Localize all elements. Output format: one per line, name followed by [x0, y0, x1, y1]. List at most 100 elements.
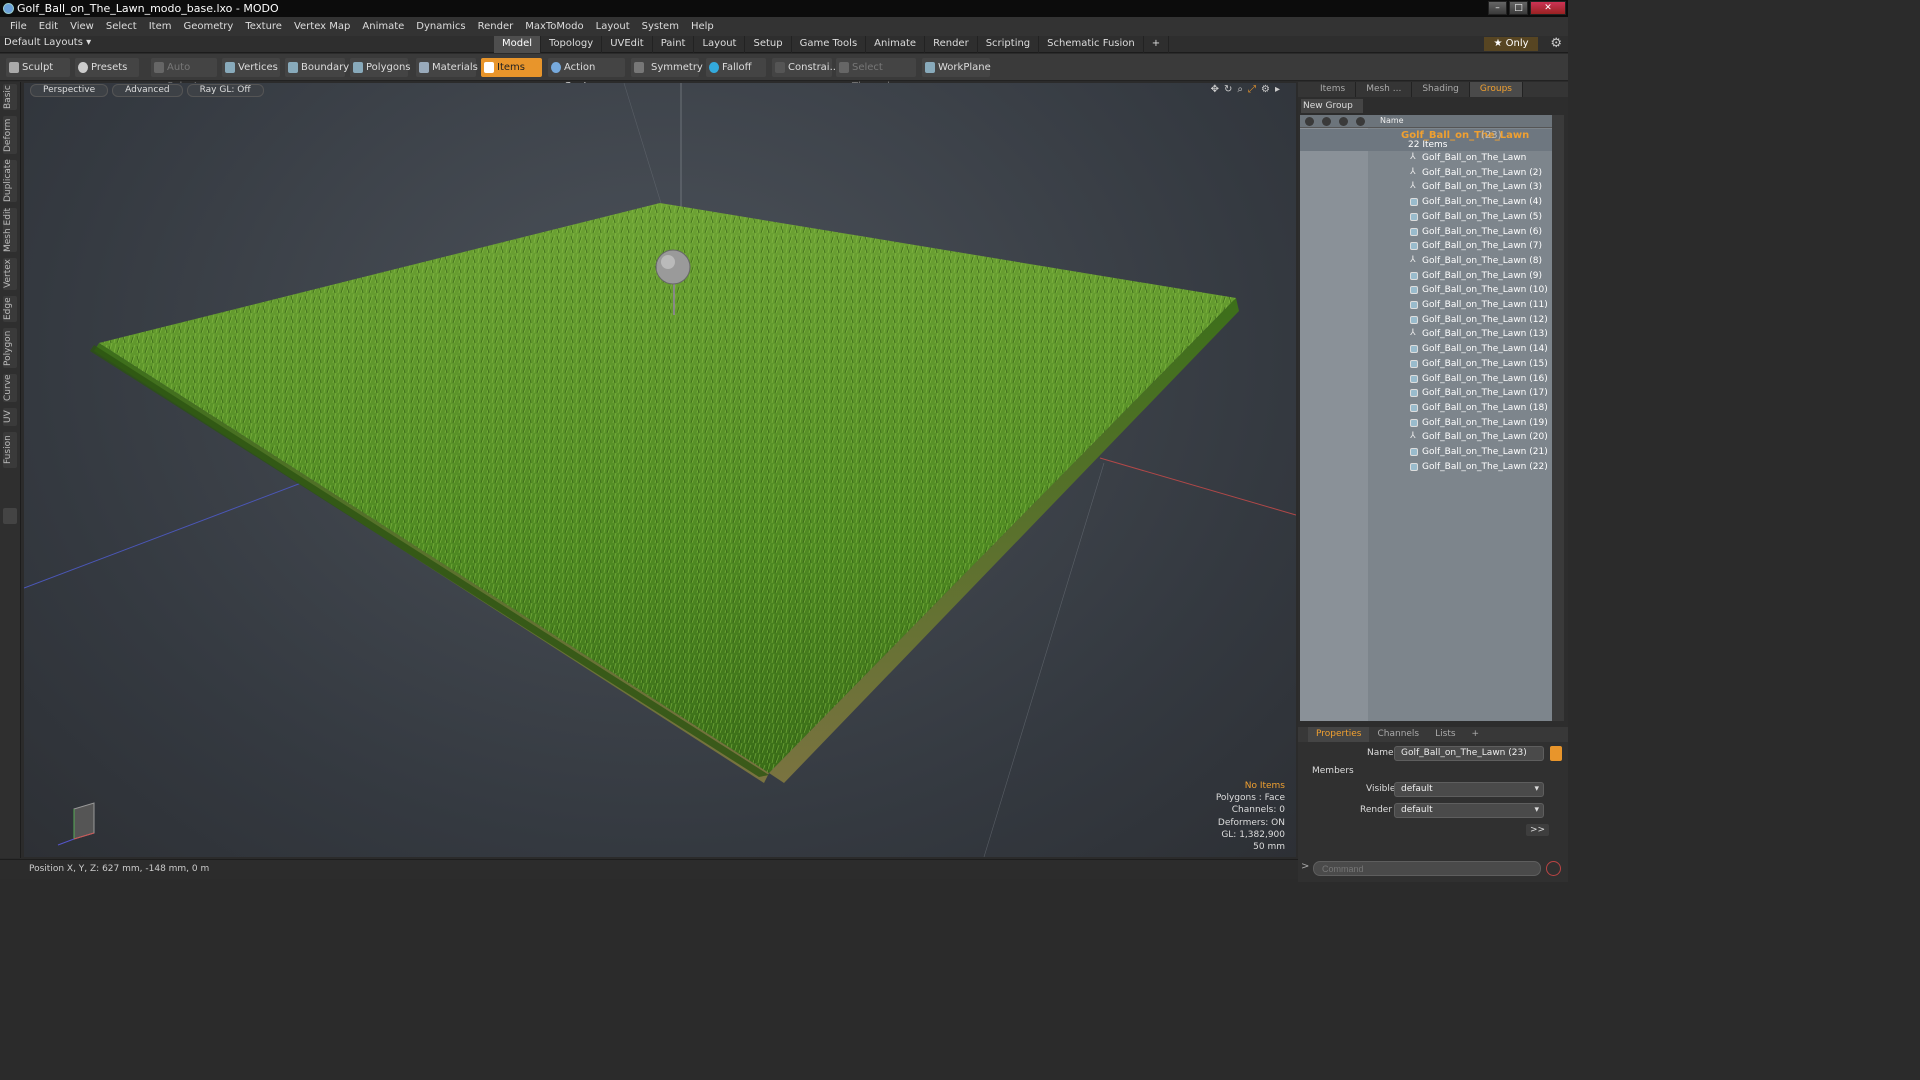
menu-vertex-map[interactable]: Vertex Map — [288, 21, 356, 32]
zoom-icon[interactable]: ⌕ — [1237, 84, 1243, 95]
list-item[interactable]: ⅄ Golf_Ball_on_The_Lawn (3) — [1410, 180, 1542, 195]
presets-button[interactable]: Presets — [75, 58, 139, 77]
tab-mesh[interactable]: Mesh ... — [1356, 82, 1413, 97]
add-properties-tab[interactable]: + — [1464, 727, 1488, 742]
tab-schematic-fusion[interactable]: Schematic Fusion — [1039, 36, 1144, 53]
visible-dropdown[interactable]: default — [1394, 782, 1544, 797]
workplane-button[interactable]: WorkPlane — [922, 58, 991, 77]
collapse-toggle[interactable] — [3, 508, 17, 524]
polygons-button[interactable]: Polygons — [350, 58, 411, 77]
vtab-vertex[interactable]: Vertex — [3, 258, 17, 290]
members-section[interactable]: Members — [1312, 766, 1354, 776]
name-column-header[interactable]: Name — [1380, 116, 1404, 125]
eye-icon[interactable] — [1305, 117, 1314, 126]
list-item[interactable]: Golf_Ball_on_The_Lawn (19) — [1410, 416, 1548, 431]
command-clear-icon[interactable] — [1546, 861, 1561, 876]
vtab-uv[interactable]: UV — [3, 408, 17, 426]
menu-dynamics[interactable]: Dynamics — [410, 21, 471, 32]
list-item[interactable]: ⅄ Golf_Ball_on_The_Lawn (2) — [1410, 166, 1542, 181]
tab-groups[interactable]: Groups — [1469, 82, 1523, 97]
falloff-button[interactable]: Falloff — [706, 58, 766, 77]
list-item[interactable]: Golf_Ball_on_The_Lawn (11) — [1410, 298, 1548, 313]
list-item[interactable]: ⅄ Golf_Ball_on_The_Lawn (20) — [1410, 430, 1548, 445]
pan-icon[interactable]: ✥ — [1211, 84, 1219, 95]
boundary-button[interactable]: Boundary — [285, 58, 349, 77]
tab-model[interactable]: Model — [494, 36, 542, 53]
menu-item[interactable]: Item — [143, 21, 178, 32]
viewport-settings-icon[interactable]: ⚙ — [1261, 84, 1270, 95]
tab-properties[interactable]: Properties — [1308, 727, 1370, 742]
action-center-button[interactable]: Action Center — [548, 58, 625, 92]
raygl-button[interactable]: Ray GL: Off — [186, 84, 264, 97]
add-tab-button[interactable]: + — [1144, 36, 1170, 53]
tab-render[interactable]: Render — [925, 36, 978, 53]
list-item[interactable]: Golf_Ball_on_The_Lawn (18) — [1410, 401, 1548, 416]
group-row[interactable]: Golf_Ball_on_The_Lawn (23) 22 Items — [1300, 129, 1552, 151]
render-dropdown[interactable]: default — [1394, 803, 1544, 818]
select-through-button[interactable]: Select Through — [836, 58, 916, 92]
tab-items[interactable]: Items — [1310, 82, 1357, 97]
list-item[interactable]: Golf_Ball_on_The_Lawn (6) — [1410, 225, 1542, 240]
vtab-duplicate[interactable]: Duplicate — [3, 159, 17, 202]
tab-animate[interactable]: Animate — [866, 36, 926, 53]
view-type-button[interactable]: Perspective — [30, 84, 109, 97]
menu-maxtomodo[interactable]: MaxToModo — [519, 21, 589, 32]
lock-icon[interactable] — [1339, 117, 1348, 126]
menu-view[interactable]: View — [64, 21, 100, 32]
list-item[interactable]: Golf_Ball_on_The_Lawn (10) — [1410, 283, 1548, 298]
tab-paint[interactable]: Paint — [653, 36, 695, 53]
select-icon[interactable] — [1356, 117, 1365, 126]
viewport-menu-icon[interactable]: ▸ — [1275, 84, 1280, 95]
list-item[interactable]: Golf_Ball_on_The_Lawn (17) — [1410, 386, 1548, 401]
list-item[interactable]: ⅄ Golf_Ball_on_The_Lawn — [1410, 151, 1526, 166]
vtab-polygon[interactable]: Polygon — [3, 328, 17, 368]
vtab-deform[interactable]: Deform — [3, 116, 17, 154]
list-item[interactable]: Golf_Ball_on_The_Lawn (22) — [1410, 460, 1548, 475]
vtab-edge[interactable]: Edge — [3, 296, 17, 322]
list-item[interactable]: Golf_Ball_on_The_Lawn (12) — [1410, 313, 1548, 328]
list-item[interactable]: Golf_Ball_on_The_Lawn (9) — [1410, 269, 1542, 284]
vertices-button[interactable]: Vertices — [222, 58, 280, 77]
command-input[interactable] — [1313, 861, 1541, 876]
list-item[interactable]: Golf_Ball_on_The_Lawn (7) — [1410, 239, 1542, 254]
maximize-button[interactable]: □ — [1509, 1, 1528, 15]
menu-file[interactable]: File — [4, 21, 33, 32]
sculpt-button[interactable]: Sculpt — [6, 58, 70, 77]
menu-edit[interactable]: Edit — [33, 21, 64, 32]
menu-animate[interactable]: Animate — [356, 21, 410, 32]
menu-geometry[interactable]: Geometry — [177, 21, 239, 32]
menu-layout[interactable]: Layout — [590, 21, 636, 32]
list-item[interactable]: Golf_Ball_on_The_Lawn (5) — [1410, 210, 1542, 225]
tab-topology[interactable]: Topology — [541, 36, 603, 53]
3d-viewport[interactable]: Perspective Advanced Ray GL: Off ✥ ↻ ⌕ ⤢… — [24, 83, 1296, 857]
list-scrollbar[interactable] — [1552, 115, 1564, 721]
tab-shading[interactable]: Shading — [1412, 82, 1470, 97]
list-item[interactable]: Golf_Ball_on_The_Lawn (4) — [1410, 195, 1542, 210]
gear-icon[interactable]: ⚙ — [1550, 36, 1562, 51]
maximize-viewport-icon[interactable]: ⤢ — [1248, 84, 1256, 95]
menu-texture[interactable]: Texture — [239, 21, 288, 32]
materials-button[interactable]: Materials — [416, 58, 478, 77]
shading-mode-button[interactable]: Advanced — [112, 84, 183, 97]
tab-layout[interactable]: Layout — [694, 36, 746, 53]
vtab-mesh-edit[interactable]: Mesh Edit — [3, 208, 17, 252]
menu-select[interactable]: Select — [100, 21, 143, 32]
list-item[interactable]: ⅄ Golf_Ball_on_The_Lawn (8) — [1410, 254, 1542, 269]
items-button[interactable]: Items — [481, 58, 542, 77]
menu-help[interactable]: Help — [685, 21, 720, 32]
minimize-button[interactable]: – — [1488, 1, 1507, 15]
tab-channels[interactable]: Channels — [1369, 727, 1427, 742]
render-icon[interactable] — [1322, 117, 1331, 126]
vtab-fusion[interactable]: Fusion — [3, 432, 17, 468]
tab-lists[interactable]: Lists — [1427, 727, 1463, 742]
constraints-button[interactable]: Constrai... — [772, 58, 839, 77]
list-item[interactable]: Golf_Ball_on_The_Lawn (15) — [1410, 357, 1548, 372]
vtab-basic[interactable]: Basic — [3, 84, 17, 110]
menu-system[interactable]: System — [636, 21, 685, 32]
menu-render[interactable]: Render — [472, 21, 520, 32]
list-item[interactable]: Golf_Ball_on_The_Lawn (14) — [1410, 342, 1548, 357]
rotate-icon[interactable]: ↻ — [1224, 84, 1232, 95]
vtab-curve[interactable]: Curve — [3, 374, 17, 402]
list-item[interactable]: Golf_Ball_on_The_Lawn (16) — [1410, 372, 1548, 387]
tab-uvedit[interactable]: UVEdit — [602, 36, 653, 53]
